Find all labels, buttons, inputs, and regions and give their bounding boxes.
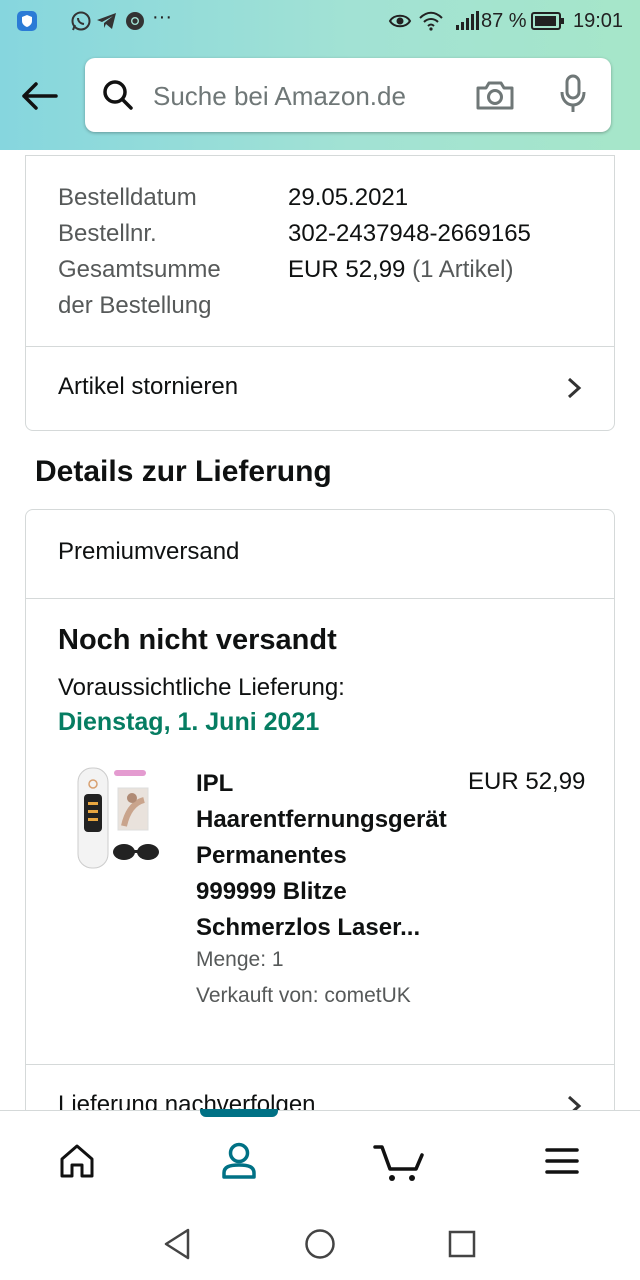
app-shield-icon xyxy=(17,11,37,31)
active-tab-indicator xyxy=(200,1109,278,1117)
product-quantity: Menge: 1 xyxy=(196,948,284,971)
order-number-value: 302-2437948-2669165 xyxy=(288,220,531,247)
ipl-device-image xyxy=(77,767,159,869)
menu-icon[interactable] xyxy=(545,1147,579,1175)
telegram-icon xyxy=(97,13,116,29)
bottom-nav xyxy=(0,1109,640,1206)
product-price: EUR 52,99 xyxy=(468,768,586,795)
battery-percent: 87 % xyxy=(481,10,527,32)
more-notifications: ··· xyxy=(152,6,172,28)
system-navigation-bar xyxy=(0,1205,640,1280)
cancel-items-row[interactable]: Artikel stornieren xyxy=(26,347,614,429)
order-date-value: 29.05.2021 xyxy=(288,184,409,211)
wifi-icon xyxy=(419,11,443,31)
order-number-label: Bestellnr. xyxy=(58,220,157,247)
product-image[interactable] xyxy=(74,764,162,876)
delivery-card: Premiumversand Noch nicht versandt Vorau… xyxy=(25,509,615,1151)
delivery-details-heading: Details zur Lieferung xyxy=(35,455,332,488)
status-bar: ··· 87 % 19:01 xyxy=(0,0,640,44)
account-icon[interactable] xyxy=(220,1141,258,1181)
whatsapp-icon xyxy=(71,11,91,31)
shipping-method: Premiumversand xyxy=(58,538,240,565)
microphone-icon[interactable] xyxy=(559,74,587,116)
clock: 19:01 xyxy=(573,10,624,32)
cart-icon[interactable] xyxy=(372,1143,426,1183)
chevron-right-icon xyxy=(567,377,582,399)
search-bar[interactable] xyxy=(85,58,611,132)
signal-icon xyxy=(456,11,479,30)
back-triangle-icon[interactable] xyxy=(162,1227,192,1261)
home-icon[interactable] xyxy=(58,1143,96,1179)
order-summary-card: Bestelldatum 29.05.2021 Bestellnr. 302-2… xyxy=(25,155,615,431)
product-title-line: Permanentes xyxy=(196,842,347,869)
shipment-status: Noch nicht versandt xyxy=(58,624,337,656)
order-total-label: Gesamtsumme xyxy=(58,256,221,283)
search-input[interactable] xyxy=(151,76,455,116)
chrome-icon xyxy=(126,12,144,30)
order-total-items: (1 Artikel) xyxy=(412,256,514,283)
recents-square-icon[interactable] xyxy=(448,1230,476,1258)
product-title-line: IPL xyxy=(196,770,234,797)
product-title-line: Schmerzlos Laser... xyxy=(196,914,421,941)
product-title[interactable]: IPL Haarentfernungsgerät Permanentes 999… xyxy=(196,766,496,946)
top-bar: ··· 87 % 19:01 xyxy=(0,0,640,150)
home-circle-icon[interactable] xyxy=(304,1228,336,1260)
order-total-amount: EUR 52,99 xyxy=(288,256,406,283)
search-icon xyxy=(103,80,133,110)
divider xyxy=(26,598,614,599)
order-total-value: EUR 52,99 (1 Artikel) xyxy=(288,256,513,284)
product-seller: Verkauft von: cometUK xyxy=(196,984,411,1007)
battery-icon xyxy=(531,12,564,30)
expected-delivery-date: Dienstag, 1. Juni 2021 xyxy=(58,708,320,736)
cancel-items-label: Artikel stornieren xyxy=(58,373,239,400)
order-date-label: Bestelldatum xyxy=(58,184,197,211)
back-arrow-icon[interactable] xyxy=(20,78,60,114)
expected-delivery-label: Voraussichtliche Lieferung: xyxy=(58,674,345,701)
product-title-line: 999999 Blitze xyxy=(196,878,347,905)
eye-comfort-icon xyxy=(388,14,412,28)
order-total-label-line2: der Bestellung xyxy=(58,292,212,319)
camera-icon[interactable] xyxy=(474,78,516,112)
product-title-line: Haarentfernungsgerät xyxy=(196,806,447,833)
